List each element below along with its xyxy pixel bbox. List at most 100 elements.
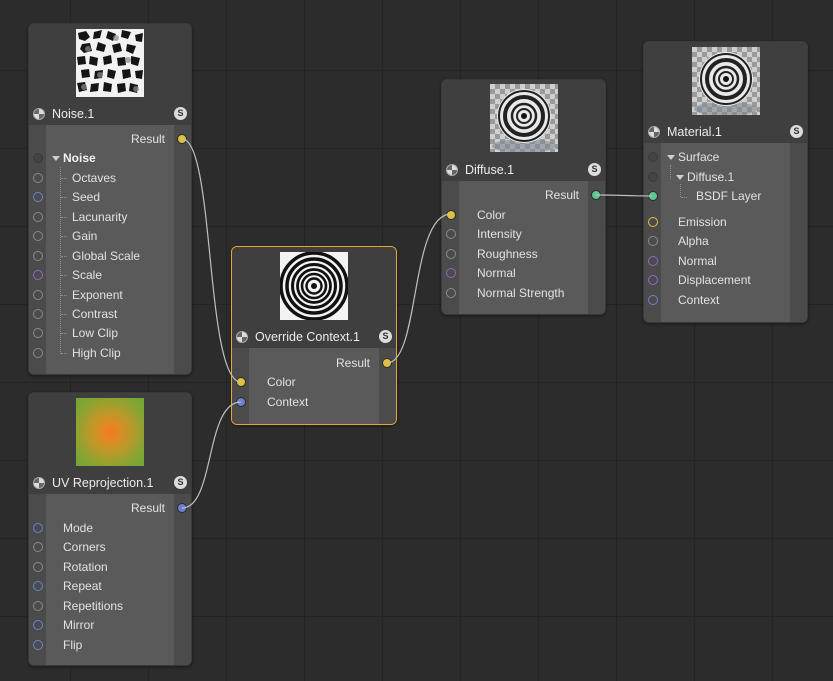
diffuse-layer-row[interactable]: Diffuse.1 [644, 168, 807, 187]
surface-row[interactable]: Surface [644, 148, 807, 167]
solo-s-icon[interactable]: S [790, 125, 803, 138]
input-port[interactable] [33, 231, 43, 241]
input-port[interactable] [33, 523, 43, 533]
diffuse-titlebar[interactable]: Diffuse.1 S [442, 159, 605, 181]
param-row[interactable]: Seed [29, 188, 191, 207]
param-row[interactable]: Corners [29, 538, 191, 557]
input-port[interactable] [33, 192, 43, 202]
input-port[interactable] [648, 172, 658, 182]
input-port[interactable] [648, 295, 658, 305]
param-row[interactable]: Scale [29, 266, 191, 285]
param-row[interactable]: Flip [29, 636, 191, 655]
solo-s-icon[interactable]: S [379, 330, 392, 343]
param-row[interactable]: Gain [29, 227, 191, 246]
input-port[interactable] [33, 348, 43, 358]
bsdf-layer-row[interactable]: BSDF Layer [644, 187, 807, 206]
param-row[interactable]: Repetitions [29, 597, 191, 616]
tree-branch [61, 197, 67, 198]
input-port[interactable] [33, 328, 43, 338]
input-port[interactable] [648, 191, 658, 201]
param-row[interactable]: Octaves [29, 169, 191, 188]
checker-sphere-icon [446, 164, 458, 176]
input-port[interactable] [236, 377, 246, 387]
noise-titlebar[interactable]: Noise.1 S [29, 103, 191, 125]
input-port[interactable] [33, 562, 43, 572]
param-row[interactable]: Contrast [29, 305, 191, 324]
input-port[interactable] [33, 153, 43, 163]
output-port[interactable] [382, 358, 392, 368]
input-port[interactable] [33, 290, 43, 300]
param-row[interactable]: Exponent [29, 286, 191, 305]
input-port[interactable] [236, 397, 246, 407]
uv-reprojection-node[interactable]: UV Reprojection.1 S Result Mode Corners … [28, 392, 192, 666]
material-body: Surface Diffuse.1 BSDF Layer Emission Al… [644, 143, 807, 322]
param-group-row[interactable]: Noise [29, 149, 191, 168]
input-port[interactable] [648, 256, 658, 266]
param-row[interactable]: Rotation [29, 558, 191, 577]
input-port[interactable] [33, 620, 43, 630]
input-port[interactable] [33, 173, 43, 183]
param-row[interactable]: Intensity [442, 225, 605, 244]
noise-node[interactable]: Noise.1 S Result Noise Octaves Seed Lacu… [28, 23, 192, 375]
param-row[interactable]: Low Clip [29, 324, 191, 343]
input-port[interactable] [648, 152, 658, 162]
param-row[interactable]: Repeat [29, 577, 191, 596]
input-port[interactable] [446, 249, 456, 259]
param-row[interactable]: High Clip [29, 344, 191, 363]
material-node[interactable]: Material.1 S Surface Diffuse.1 BSDF Laye… [643, 41, 808, 323]
param-row[interactable]: Alpha [644, 232, 807, 251]
param-row[interactable]: Lacunarity [29, 208, 191, 227]
input-port[interactable] [446, 229, 456, 239]
param-row[interactable]: Normal [442, 264, 605, 283]
output-port[interactable] [177, 134, 187, 144]
input-port[interactable] [33, 251, 43, 261]
material-titlebar[interactable]: Material.1 S [644, 121, 807, 143]
param-row[interactable]: Context [232, 393, 396, 412]
checker-sphere-icon [236, 331, 248, 343]
input-port[interactable] [446, 288, 456, 298]
param-row[interactable]: Mode [29, 519, 191, 538]
param-row[interactable]: Global Scale [29, 247, 191, 266]
override-titlebar[interactable]: Override Context.1 S [232, 326, 396, 348]
param-label: Octaves [72, 171, 117, 185]
param-row[interactable]: Color [232, 373, 396, 392]
input-port[interactable] [648, 275, 658, 285]
override-context-node[interactable]: Override Context.1 S Result Color Contex… [231, 246, 397, 425]
triangle-down-icon[interactable] [676, 175, 684, 180]
input-port[interactable] [33, 212, 43, 222]
solo-s-icon[interactable]: S [174, 476, 187, 489]
noise-thumbnail [76, 29, 144, 97]
param-label: Color [267, 375, 296, 389]
input-port[interactable] [33, 640, 43, 650]
param-label: Rotation [63, 560, 108, 574]
diffuse-node[interactable]: Diffuse.1 S Result Color Intensity Rough… [441, 79, 606, 315]
param-row[interactable]: Normal Strength [442, 284, 605, 303]
node-title: Noise.1 [52, 107, 95, 121]
param-row[interactable]: Roughness [442, 245, 605, 264]
solo-s-icon[interactable]: S [588, 163, 601, 176]
input-port[interactable] [648, 236, 658, 246]
tree-branch [61, 256, 67, 257]
param-row[interactable]: Color [442, 206, 605, 225]
input-port[interactable] [33, 601, 43, 611]
input-port[interactable] [648, 217, 658, 227]
param-label: High Clip [72, 346, 121, 360]
input-port[interactable] [33, 270, 43, 280]
solo-s-icon[interactable]: S [174, 107, 187, 120]
input-port[interactable] [446, 210, 456, 220]
param-row[interactable]: Normal [644, 252, 807, 271]
output-port[interactable] [177, 503, 187, 513]
param-row[interactable]: Displacement [644, 271, 807, 290]
param-row[interactable]: Context [644, 291, 807, 310]
input-port[interactable] [33, 309, 43, 319]
output-port[interactable] [591, 190, 601, 200]
triangle-down-icon[interactable] [52, 156, 60, 161]
input-port[interactable] [33, 581, 43, 591]
param-row[interactable]: Mirror [29, 616, 191, 635]
noise-body: Result Noise Octaves Seed Lacunarity Gai… [29, 125, 191, 374]
uv-titlebar[interactable]: UV Reprojection.1 S [29, 472, 191, 494]
triangle-down-icon[interactable] [667, 155, 675, 160]
input-port[interactable] [446, 268, 456, 278]
param-row[interactable]: Emission [644, 213, 807, 232]
input-port[interactable] [33, 542, 43, 552]
